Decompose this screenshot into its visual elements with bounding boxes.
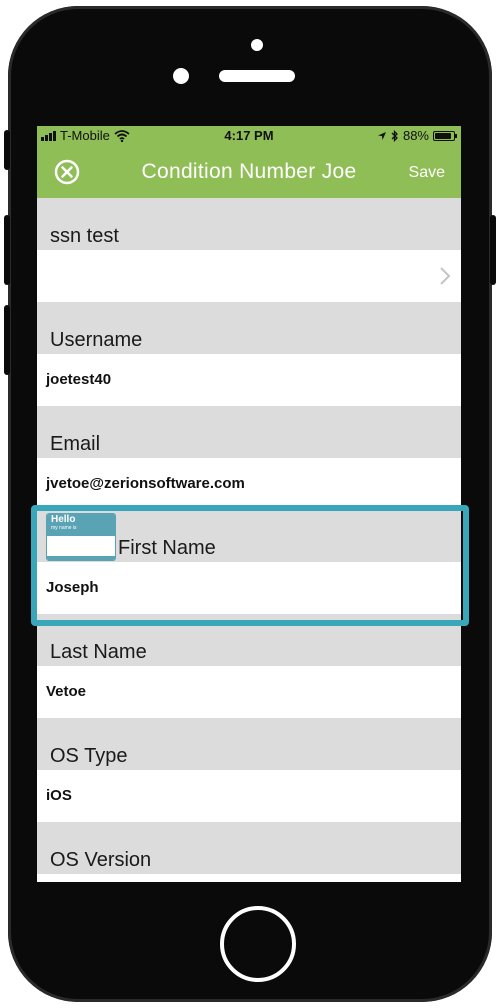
- volume-up-button[interactable]: [4, 215, 10, 285]
- bluetooth-icon: [391, 129, 398, 142]
- earpiece-speaker: [219, 70, 295, 82]
- field-value-text: joetest40: [46, 371, 112, 388]
- name-tag-icon: Hello my name is: [46, 513, 116, 561]
- status-right: 88%: [377, 128, 457, 143]
- field-label-text: First Name: [118, 537, 216, 559]
- field-value-text: jvetoe@zerionsoftware.com: [46, 475, 245, 492]
- field-label-last-name: Last Name: [37, 614, 461, 666]
- battery-percent: 88%: [402, 128, 429, 143]
- close-circle-icon[interactable]: [54, 159, 80, 185]
- field-label-text: OS Version: [50, 849, 152, 871]
- field-value-ssn-test[interactable]: [37, 250, 461, 302]
- record-form: ssn test Username joetest40 Email jvetoe…: [37, 198, 461, 874]
- field-label-first-name: Hello my name is First Name: [37, 510, 461, 562]
- chevron-right-icon: [440, 267, 451, 285]
- page-title: Condition Number Joe: [141, 160, 357, 183]
- status-bar: T-Mobile 4:17 PM 88%: [37, 126, 461, 146]
- field-label-email: Email: [37, 406, 461, 458]
- field-label-text: Username: [50, 329, 143, 351]
- field-value-text: Vetoe: [46, 683, 87, 700]
- field-label-text: ssn test: [50, 225, 119, 247]
- mute-switch[interactable]: [4, 130, 10, 170]
- field-value-os-type[interactable]: iOS: [37, 770, 461, 822]
- field-label-os-type: OS Type: [37, 718, 461, 770]
- field-label-text: OS Type: [50, 745, 128, 767]
- field-value-last-name[interactable]: Vetoe: [37, 666, 461, 718]
- power-button[interactable]: [490, 215, 496, 285]
- save-button[interactable]: Save: [409, 164, 445, 182]
- field-value-text: iOS: [46, 787, 72, 804]
- battery-icon: [433, 130, 457, 141]
- name-tag-hello-text: Hello: [51, 514, 76, 525]
- field-label-ssn-test: ssn test: [37, 198, 461, 250]
- field-value-username[interactable]: joetest40: [37, 354, 461, 406]
- field-label-text: Email: [50, 433, 101, 455]
- volume-down-button[interactable]: [4, 305, 10, 375]
- field-label-username: Username: [37, 302, 461, 354]
- field-label-os-version: OS Version: [37, 822, 461, 874]
- name-tag-subtext: my name is: [51, 525, 77, 531]
- field-value-text: Joseph: [46, 579, 99, 596]
- front-camera: [251, 39, 263, 51]
- location-arrow-icon: [377, 131, 386, 140]
- navigation-bar: Condition Number Joe Save: [37, 146, 461, 198]
- field-value-email[interactable]: jvetoe@zerionsoftware.com: [37, 458, 461, 510]
- field-value-first-name[interactable]: Joseph: [37, 562, 461, 614]
- home-button[interactable]: [220, 906, 296, 982]
- proximity-sensor: [173, 68, 189, 84]
- phone-screen: T-Mobile 4:17 PM 88% Condition Number Jo…: [37, 126, 461, 882]
- field-label-text: Last Name: [50, 641, 147, 663]
